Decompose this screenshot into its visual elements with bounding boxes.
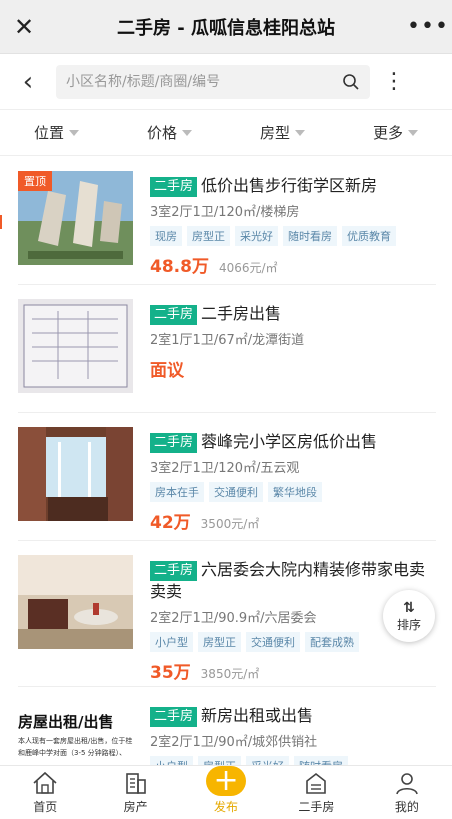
bottom-tab-bar: 首页 房产 + 发布 二手房 我的 bbox=[0, 765, 452, 819]
menu-button[interactable]: ⋮ bbox=[370, 69, 418, 94]
building-icon bbox=[125, 773, 146, 794]
page-title: 二手房 - 瓜呱信息桂阳总站 bbox=[116, 17, 335, 39]
category-tag: 二手房 bbox=[150, 177, 198, 197]
listing-photo: 房屋出租/出售 本人现有一套房屋出租/出售，位于桂 和鹿峰中学对面（3-5 分钟… bbox=[18, 701, 133, 765]
photo-heading: 房屋出租/出售 bbox=[18, 713, 114, 731]
unit-price: 4066元/㎡ bbox=[218, 261, 278, 275]
feature-tag: 现房 bbox=[150, 226, 182, 246]
listing-price: 面议 bbox=[150, 361, 184, 381]
feature-tag: 房型正 bbox=[187, 226, 230, 246]
caret-down-icon bbox=[408, 129, 418, 136]
more-options-button[interactable]: ••• bbox=[404, 14, 452, 39]
listing-item[interactable]: 置顶 二手房 低价出售步行街学区新房 3室2厅1卫/120㎡/楼梯房 现房 房型正采… bbox=[18, 157, 436, 285]
filter-location[interactable]: 位置 bbox=[0, 122, 113, 143]
home-icon bbox=[33, 771, 57, 794]
feature-tag: 房本在手 bbox=[150, 482, 204, 502]
unit-price: 3850元/㎡ bbox=[200, 667, 260, 681]
listing-meta: 2室1厅1卫/67㎡/龙潭街道 bbox=[150, 333, 305, 348]
search-box[interactable] bbox=[56, 64, 370, 99]
feature-tag: 繁华地段 bbox=[268, 482, 322, 502]
listing-price: 42万 bbox=[150, 513, 191, 533]
listing-item[interactable]: 二手房 蓉峰完小学区房低价出售 3室2厅1卫/120㎡/五云观 房本在手 交通便利繁… bbox=[18, 413, 436, 541]
listing-item[interactable]: 房屋出租/出售 本人现有一套房屋出租/出售，位于桂 和鹿峰中学对面（3-5 分钟… bbox=[18, 687, 436, 765]
search-input[interactable] bbox=[66, 73, 342, 90]
tab-label: 发布 bbox=[214, 800, 239, 814]
category-tag: 二手房 bbox=[150, 707, 198, 727]
filter-label: 位置 bbox=[33, 124, 64, 142]
feature-tag: 小户型 bbox=[150, 632, 193, 652]
tab-secondhand[interactable]: 二手房 bbox=[271, 766, 361, 819]
sort-button[interactable]: ⇅ 排序 bbox=[383, 590, 435, 642]
tab-label: 我的 bbox=[394, 800, 419, 814]
sort-icon: ⇅ bbox=[403, 599, 415, 616]
tab-property[interactable]: 房产 bbox=[90, 766, 180, 819]
feature-tags: 小户型房型正采光好随时看房 bbox=[150, 755, 436, 765]
back-button[interactable]: ‹ bbox=[0, 67, 56, 97]
tab-label: 首页 bbox=[33, 800, 58, 814]
tab-home[interactable]: 首页 bbox=[0, 766, 90, 819]
filter-more[interactable]: 更多 bbox=[339, 122, 452, 143]
caret-down-icon bbox=[295, 129, 305, 136]
listing-item[interactable]: 二手房 二手房出售 2室1厅1卫/67㎡/龙潭街道 面议 bbox=[18, 285, 436, 413]
search-bar: ‹ ⋮ bbox=[0, 54, 452, 110]
photo-text: 和鹿峰中学对面（3-5 分钟路程）、 bbox=[18, 749, 127, 757]
listing-meta: 3室2厅1卫/120㎡/楼梯房 bbox=[150, 205, 300, 220]
category-tag: 二手房 bbox=[150, 305, 198, 325]
listing-photo: 置顶 bbox=[18, 171, 133, 265]
feature-tag: 采光好 bbox=[235, 226, 278, 246]
listing-item[interactable]: 二手房 六居委会大院内精装修带家电卖卖卖 2室2厅1卫/90.9㎡/六居委会 小户… bbox=[18, 541, 436, 687]
close-button[interactable]: ✕ bbox=[0, 13, 48, 41]
listing-meta: 2室2厅1卫/90㎡/城郊供销社 bbox=[150, 735, 318, 750]
filter-label: 更多 bbox=[372, 124, 403, 142]
listing-title[interactable]: 蓉峰完小学区房低价出售 bbox=[201, 432, 377, 451]
tab-publish[interactable]: + 发布 bbox=[181, 766, 271, 819]
tab-mine[interactable]: 我的 bbox=[362, 766, 452, 819]
category-tag: 二手房 bbox=[150, 433, 198, 453]
caret-down-icon bbox=[182, 129, 192, 136]
feature-tag: 交通便利 bbox=[246, 632, 300, 652]
filter-label: 价格 bbox=[146, 124, 177, 142]
feature-tag: 采光好 bbox=[246, 756, 289, 765]
sort-label: 排序 bbox=[396, 617, 421, 632]
listing-list: 置顶 二手房 低价出售步行街学区新房 3室2厅1卫/120㎡/楼梯房 现房 房型正采… bbox=[0, 157, 452, 765]
feature-tag: 随时看房 bbox=[294, 756, 348, 765]
house-icon bbox=[306, 772, 327, 794]
user-icon bbox=[396, 773, 418, 795]
feature-tags: 现房 房型正 采光好 随时看房 优质教育 bbox=[150, 225, 436, 246]
listing-photo bbox=[18, 555, 133, 649]
listing-photo bbox=[18, 427, 133, 521]
filter-price[interactable]: 价格 bbox=[113, 122, 226, 143]
unit-price: 3500元/㎡ bbox=[200, 517, 260, 531]
feature-tag: 房型正 bbox=[198, 632, 241, 652]
filter-layout[interactable]: 房型 bbox=[226, 122, 339, 143]
pinned-badge: 置顶 bbox=[18, 171, 52, 191]
filter-label: 房型 bbox=[259, 124, 290, 142]
feature-tag: 小户型 bbox=[150, 756, 193, 765]
category-tag: 二手房 bbox=[150, 561, 198, 581]
listing-title[interactable]: 新房出租或出售 bbox=[201, 706, 313, 725]
listing-meta: 3室2厅1卫/120㎡/五云观 bbox=[150, 461, 300, 476]
feature-tag: 配套成熟 bbox=[305, 632, 359, 652]
tab-label: 房产 bbox=[123, 800, 148, 814]
listing-price: 35万 bbox=[150, 663, 191, 683]
feature-tag: 随时看房 bbox=[283, 226, 337, 246]
plus-icon: + bbox=[206, 766, 247, 796]
photo-text: 本人现有一套房屋出租/出售，位于桂 bbox=[18, 737, 133, 745]
feature-tags: 房本在手 交通便利 繁华地段 bbox=[150, 481, 436, 502]
feature-tag: 交通便利 bbox=[209, 482, 263, 502]
listing-title[interactable]: 二手房出售 bbox=[201, 304, 281, 323]
tab-label: 二手房 bbox=[298, 800, 335, 814]
listing-photo bbox=[18, 299, 133, 393]
feature-tag: 优质教育 bbox=[342, 226, 396, 246]
search-icon[interactable] bbox=[342, 73, 360, 91]
caret-down-icon bbox=[69, 129, 79, 136]
title-bar: ✕ 二手房 - 瓜呱信息桂阳总站 ••• bbox=[0, 0, 452, 54]
listing-title[interactable]: 低价出售步行街学区新房 bbox=[201, 176, 377, 195]
listing-price: 48.8万 bbox=[150, 257, 209, 277]
filter-bar: 位置 价格 房型 更多 bbox=[0, 110, 452, 156]
